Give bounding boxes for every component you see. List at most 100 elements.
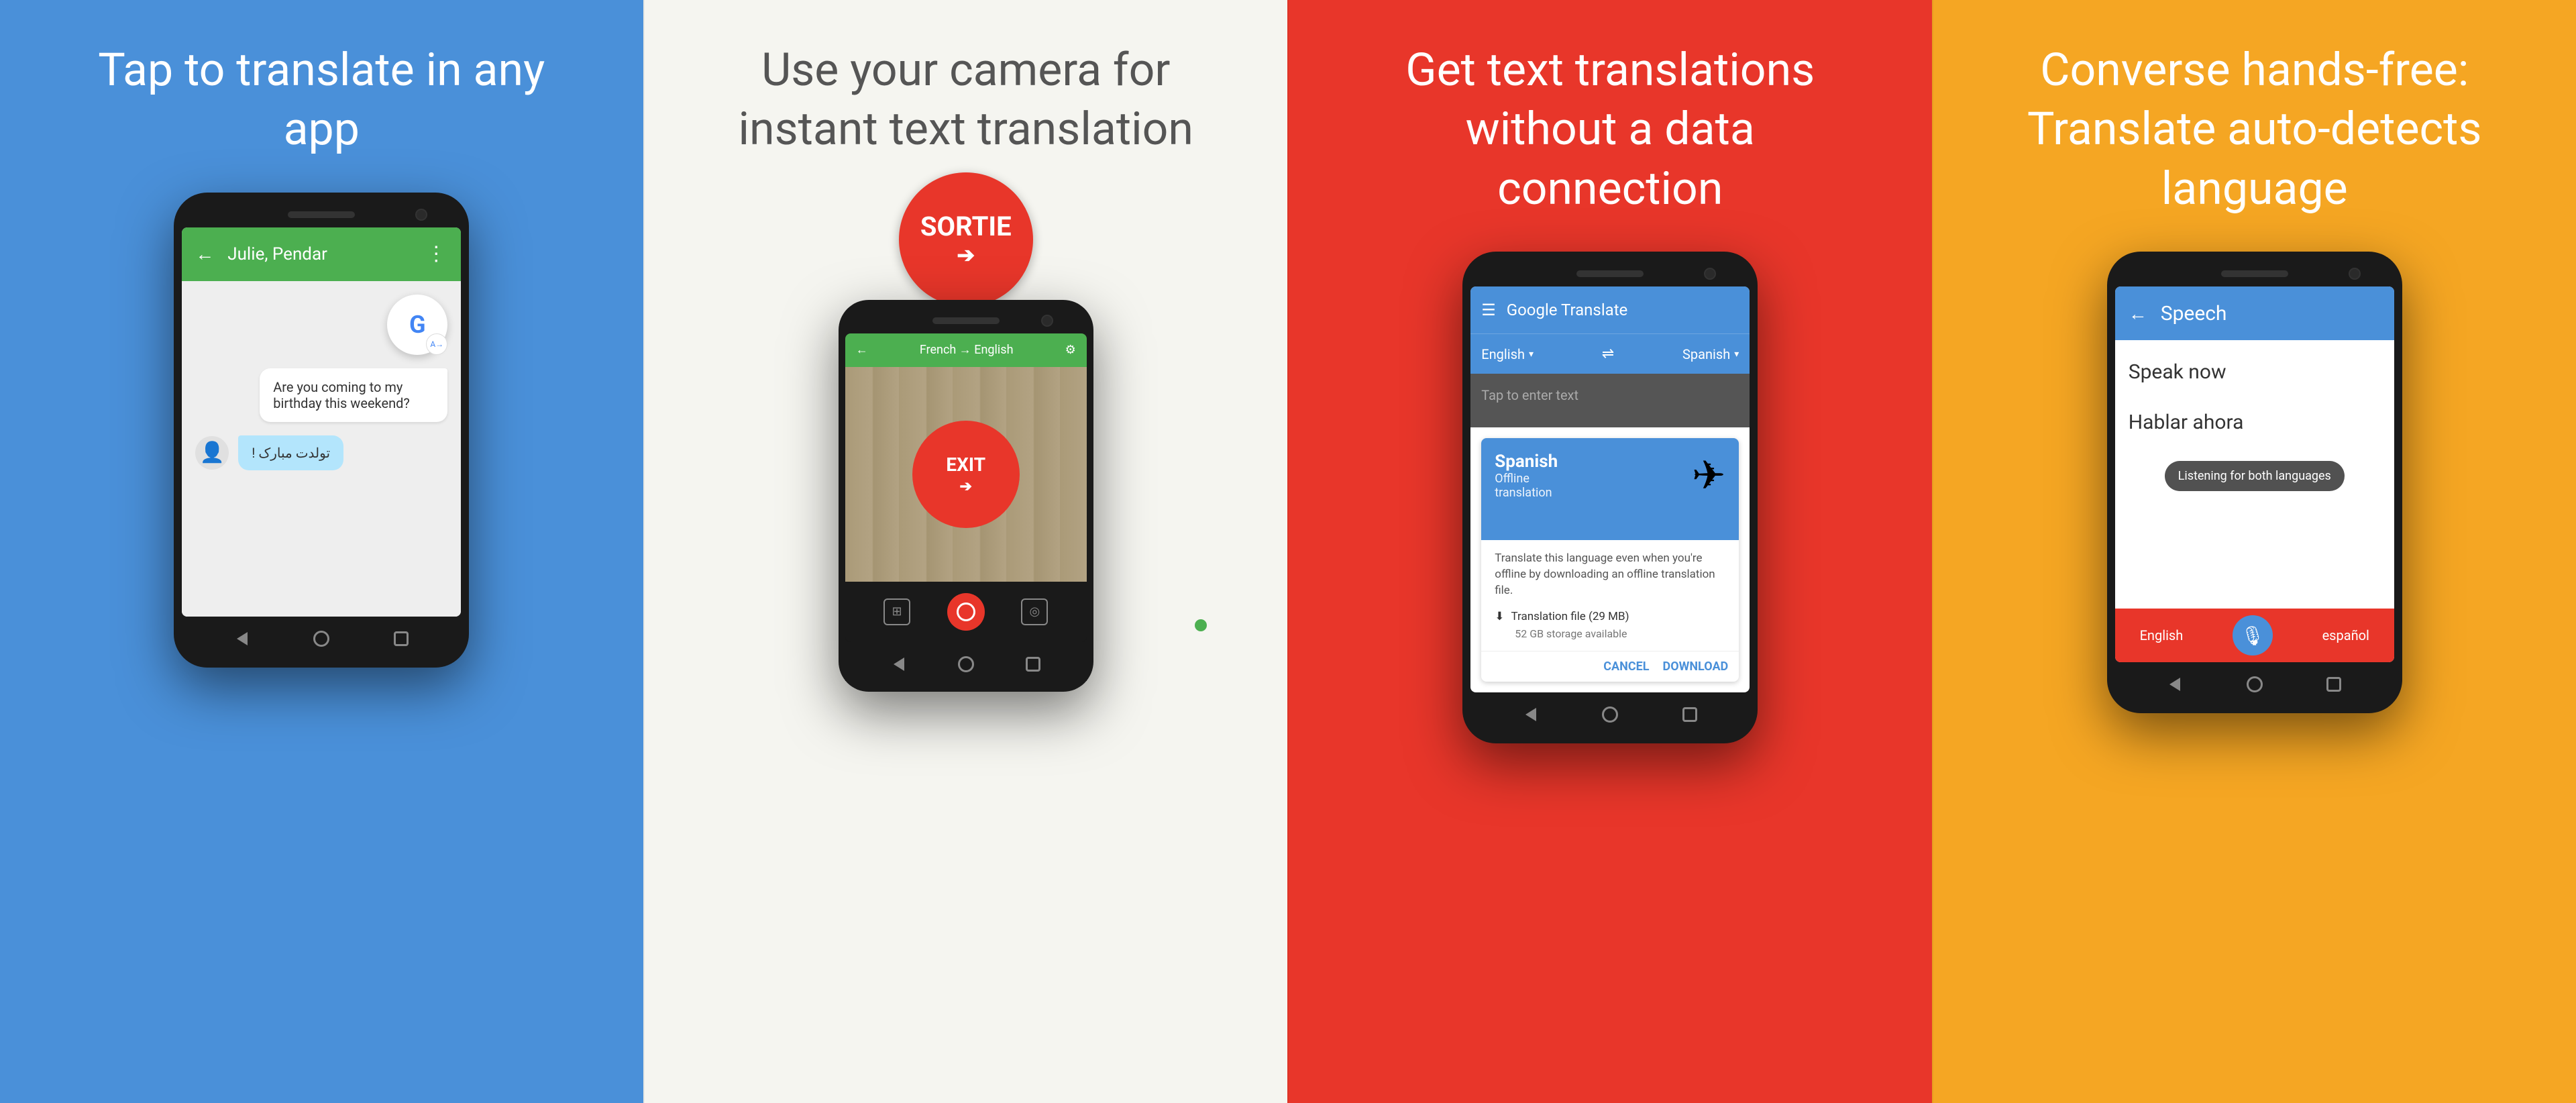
camera-capture-button[interactable] <box>947 593 985 631</box>
panel-speech-translate: Converse hands-free: Translate auto-dete… <box>1932 0 2576 1103</box>
nav-recents-button-2[interactable] <box>1023 654 1043 674</box>
chat-body: G A→ Are you coming to my birthday this … <box>182 281 461 617</box>
speech-app-header: ← Speech <box>2115 286 2394 340</box>
panel-2-title: Use your camera for instant text transla… <box>714 40 1218 159</box>
phone-3-nav <box>1470 698 1750 731</box>
file-label: Translation file (29 MB) <box>1511 610 1629 623</box>
phone-2-screen: ← French → English ⚙ EXIT ➔ <box>845 333 1087 642</box>
phone-3-frame: ☰ Google Translate English ▾ ⇌ Spanish ▾ <box>1462 252 1758 743</box>
hamburger-icon[interactable]: ☰ <box>1481 301 1496 319</box>
phone-1-camera <box>415 209 427 221</box>
download-button[interactable]: DOWNLOAD <box>1663 660 1729 674</box>
nav-recents-button[interactable] <box>391 629 411 649</box>
phone-1-top-bar <box>182 205 461 225</box>
phone-4-camera <box>2349 268 2361 280</box>
back-icon[interactable]: ← <box>195 243 214 265</box>
translate-app-header: ☰ Google Translate <box>1470 286 1750 333</box>
phone-4-speaker <box>2221 270 2288 277</box>
cancel-button[interactable]: CANCEL <box>1603 660 1649 674</box>
chat-contact-name: Julie, Pendar <box>227 244 413 264</box>
espanol-lang-button[interactable]: español <box>2322 627 2369 643</box>
translate-lang-bar: English ▾ ⇌ Spanish ▾ <box>1470 333 1750 374</box>
offline-card-description: Translate this language even when you're… <box>1495 551 1725 598</box>
offline-translation-card: Spanish Offline translation ✈ Translate … <box>1481 438 1739 681</box>
phone-2-camera <box>1041 315 1053 327</box>
nav-recents-button-3[interactable] <box>1680 704 1700 725</box>
phone-4-top-bar <box>2115 264 2394 284</box>
target-lang-label: Spanish <box>1682 346 1730 362</box>
phone-2-top-bar <box>845 311 1087 331</box>
phone-3-top-bar <box>1470 264 1750 284</box>
nav-home-button-2[interactable] <box>956 654 976 674</box>
google-g-letter: G <box>409 311 426 339</box>
nav-recents-button-4[interactable] <box>2324 674 2344 694</box>
offline-card-header: Spanish Offline translation ✈ <box>1481 438 1739 540</box>
phone-3-camera <box>1704 268 1716 280</box>
phone-1-speaker <box>288 211 355 218</box>
phone-2-frame: ← French → English ⚙ EXIT ➔ <box>839 300 1093 692</box>
panel-4-title: Converse hands-free: Translate auto-dete… <box>2003 40 2506 218</box>
target-lang-arrow-icon: ▾ <box>1734 349 1739 360</box>
speech-content: Speak now Hablar ahora Listening for bot… <box>2115 340 2394 609</box>
airplane-icon: ✈ <box>1692 452 1725 499</box>
offline-subtitle-2: translation <box>1495 486 1558 500</box>
phone-1-frame: ← Julie, Pendar ⋮ G A→ Are you c <box>174 193 469 668</box>
phone-3-screen: ☰ Google Translate English ▾ ⇌ Spanish ▾ <box>1470 286 1750 692</box>
more-options-icon[interactable]: ⋮ <box>426 242 447 266</box>
nav-home-button-4[interactable] <box>2245 674 2265 694</box>
speech-title: Speech <box>2161 302 2227 325</box>
chat-bubble-right: Are you coming to my birthday this weeke… <box>260 368 447 422</box>
english-lang-button[interactable]: English <box>2140 627 2184 643</box>
speech-back-icon[interactable]: ← <box>2129 303 2147 325</box>
nav-home-button[interactable] <box>311 629 331 649</box>
microphone-button[interactable]: 🎙 <box>2233 615 2273 655</box>
phone-3-speaker <box>1576 270 1644 277</box>
storage-info: 52 GB storage available <box>1515 627 1725 640</box>
panel-3-title: Get text translations without a data con… <box>1358 40 1862 218</box>
nav-back-button-2[interactable] <box>889 654 909 674</box>
chat-avatar: 👤 <box>195 436 229 470</box>
speech-bottom-bar: English 🎙 español <box>2115 609 2394 662</box>
avatar-emoji: 👤 <box>200 441 225 464</box>
phone-3-container: ☰ Google Translate English ▾ ⇌ Spanish ▾ <box>1316 252 1905 1076</box>
swap-languages-icon[interactable]: ⇌ <box>1602 346 1614 362</box>
exit-arrow-icon: ➔ <box>960 478 972 495</box>
translate-app-title: Google Translate <box>1507 301 1628 319</box>
camera-settings-button[interactable]: ◎ <box>1021 598 1048 625</box>
offline-card-text: Spanish Offline translation <box>1495 452 1558 500</box>
camera-controls: ⊞ ◎ <box>845 582 1087 642</box>
camera-grid-button[interactable]: ⊞ <box>883 598 910 625</box>
chat-header: ← Julie, Pendar ⋮ <box>182 227 461 281</box>
source-lang-label: English <box>1481 346 1525 362</box>
camera-settings-icon: ⚙ <box>1065 343 1076 357</box>
nav-home-button-3[interactable] <box>1600 704 1620 725</box>
phone-4-container: ← Speech Speak now Hablar ahora Listenin… <box>1960 252 2550 1076</box>
phone-4-nav <box>2115 668 2394 701</box>
phone-2-speaker <box>932 317 1000 324</box>
speak-now-label: Speak now <box>2129 360 2381 384</box>
source-lang-dropdown[interactable]: English ▾ <box>1481 346 1534 362</box>
target-lang-dropdown[interactable]: Spanish ▾ <box>1682 346 1739 362</box>
translate-icon-overlay: A→ <box>426 333 447 355</box>
phone-1-container: ← Julie, Pendar ⋮ G A→ Are you c <box>27 193 616 1076</box>
nav-back-button-3[interactable] <box>1521 704 1541 725</box>
translate-input-area[interactable]: Tap to enter text <box>1470 374 1750 427</box>
translate-bubble[interactable]: G A→ <box>387 295 447 355</box>
nav-back-button[interactable] <box>232 629 252 649</box>
green-indicator <box>1195 619 1207 631</box>
camera-lang-label: French → English <box>920 343 1014 357</box>
phone-4-frame: ← Speech Speak now Hablar ahora Listenin… <box>2107 252 2402 713</box>
hablar-ahora-label: Hablar ahora <box>2129 411 2381 434</box>
offline-subtitle-1: Offline <box>1495 472 1558 486</box>
camera-overlay-header: ← French → English ⚙ <box>845 333 1087 367</box>
phone-1-screen: ← Julie, Pendar ⋮ G A→ Are you c <box>182 227 461 617</box>
panel-camera-translate: Use your camera for instant text transla… <box>643 0 1288 1103</box>
phone-2-nav <box>845 647 1087 681</box>
listening-banner: Listening for both languages <box>2165 461 2345 491</box>
exit-sign: EXIT ➔ <box>912 421 1020 528</box>
sortie-arrow-icon: ➔ <box>957 242 975 268</box>
chat-bubble-left: تولدت مبارک ! <box>238 435 343 470</box>
nav-back-button-4[interactable] <box>2165 674 2185 694</box>
chat-avatar-row: 👤 تولدت مبارک ! <box>195 435 447 470</box>
microphone-icon: 🎙 <box>2241 625 2265 647</box>
